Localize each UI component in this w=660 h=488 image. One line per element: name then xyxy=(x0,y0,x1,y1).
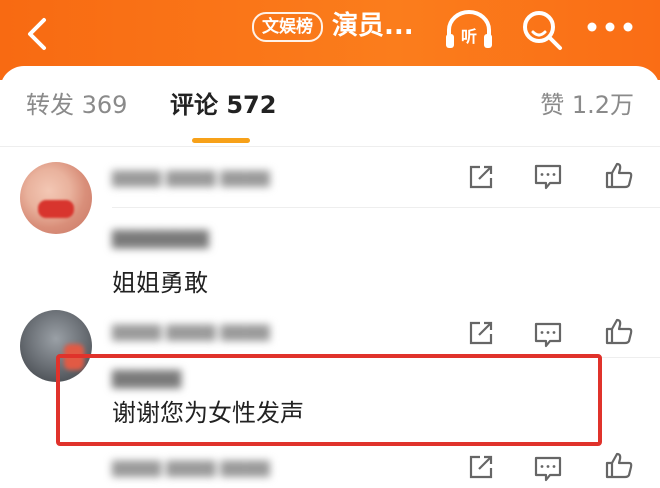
like-icon[interactable] xyxy=(604,316,634,346)
listen-icon[interactable]: 听 xyxy=(443,8,495,50)
divider xyxy=(0,146,660,147)
tab-comments-count: 572 xyxy=(226,91,277,119)
highlight-box xyxy=(56,354,602,446)
tab-bar: 转发 369 评论 572 赞 1.2万 xyxy=(0,66,660,146)
share-icon[interactable] xyxy=(466,452,496,482)
page-title: 演员... xyxy=(332,11,414,41)
comment-username[interactable]: ▇▇▇▇▇▇▇ xyxy=(112,228,209,249)
tab-likes-label: 赞 xyxy=(540,91,565,119)
active-tab-indicator xyxy=(192,138,250,143)
divider xyxy=(112,207,660,208)
comment-icon[interactable] xyxy=(533,454,563,484)
tab-repost-label: 转发 xyxy=(26,91,74,119)
listen-label: 听 xyxy=(461,27,477,46)
comment-text: 姐姐勇敢 xyxy=(112,269,208,297)
ranking-tag[interactable]: 文娱榜 xyxy=(252,12,323,42)
back-icon[interactable] xyxy=(18,14,58,54)
like-icon[interactable] xyxy=(604,160,634,190)
comment-meta: ▇▇▇▇ ▇▇▇▇ ▇▇▇▇ xyxy=(112,322,270,341)
search-icon[interactable] xyxy=(520,8,564,52)
share-icon[interactable] xyxy=(466,318,496,348)
tab-repost[interactable]: 转发 369 xyxy=(26,88,127,122)
share-icon[interactable] xyxy=(466,162,496,192)
like-icon[interactable] xyxy=(604,450,634,480)
more-icon[interactable] xyxy=(585,20,635,34)
comment-icon[interactable] xyxy=(533,320,563,350)
tab-repost-count: 369 xyxy=(81,91,128,119)
tab-comments[interactable]: 评论 572 xyxy=(170,88,276,122)
comment-icon[interactable] xyxy=(533,162,563,192)
comment-meta: ▇▇▇▇ ▇▇▇▇ ▇▇▇▇ xyxy=(112,168,270,187)
tab-comments-label: 评论 xyxy=(170,91,218,119)
tab-likes[interactable]: 赞 1.2万 xyxy=(540,88,634,122)
tab-likes-count: 1.2万 xyxy=(571,91,634,119)
comment-meta: ▇▇▇▇ ▇▇▇▇ ▇▇▇▇ xyxy=(112,458,270,477)
avatar[interactable] xyxy=(20,162,92,234)
